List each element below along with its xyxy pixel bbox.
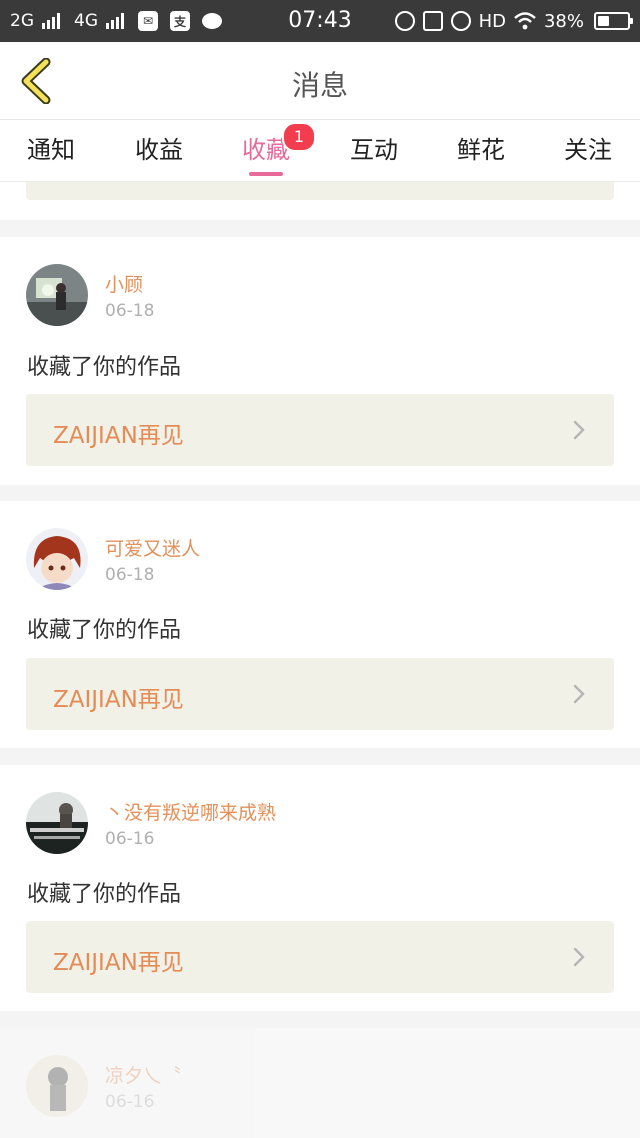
tab-favorites[interactable]: 收藏 1	[242, 122, 316, 176]
message-item: 凉夕乀〝 06-16	[0, 1028, 640, 1138]
message-item: 丶没有叛逆哪来成熟 06-16 收藏了你的作品 ZAIJIAN再见	[0, 765, 640, 1011]
chat-notification-icon	[202, 13, 222, 29]
status-left: 2G 4G ✉ 支	[10, 11, 222, 31]
chevron-right-icon	[573, 947, 585, 967]
signal-icon	[42, 13, 60, 29]
alarm-icon	[450, 11, 471, 31]
tab-notifications[interactable]: 通知	[27, 130, 75, 174]
battery-fill	[598, 16, 609, 26]
chevron-right-icon	[573, 420, 585, 440]
battery-percent: 38%	[543, 10, 584, 32]
message-list[interactable]: 小顾 06-18 收藏了你的作品 ZAIJIAN再见 可爱又迷人 06-18 收…	[0, 182, 640, 1138]
avatar[interactable]	[26, 1055, 88, 1117]
username[interactable]: 可爱又迷人	[105, 534, 200, 561]
mail-notification-icon: ✉	[138, 11, 158, 31]
work-card[interactable]: ZAIJIAN再见	[26, 921, 614, 993]
avatar[interactable]	[26, 528, 88, 590]
tab-label: 鲜花	[457, 136, 505, 164]
battery-icon	[594, 12, 633, 30]
message-text: 收藏了你的作品	[27, 882, 182, 907]
tab-flowers[interactable]: 鲜花	[457, 130, 505, 174]
username[interactable]: 小顾	[105, 270, 143, 297]
work-title: ZAIJIAN再见	[53, 687, 184, 713]
avatar[interactable]	[26, 264, 88, 326]
tab-label: 关注	[564, 136, 612, 164]
hd-label: HD	[478, 10, 506, 32]
page-title: 消息	[291, 69, 348, 102]
tab-label: 互动	[350, 136, 398, 164]
username[interactable]: 凉夕乀〝	[105, 1061, 181, 1088]
nfc-icon	[394, 11, 415, 31]
work-title: ZAIJIAN再见	[53, 423, 184, 449]
tab-label: 收益	[135, 136, 183, 164]
message-text: 收藏了你的作品	[27, 618, 182, 643]
app-header: 消息	[0, 42, 640, 120]
message-date: 06-16	[105, 829, 155, 849]
avatar-image	[26, 792, 88, 854]
tab-following[interactable]: 关注	[564, 130, 612, 174]
avatar[interactable]	[26, 792, 88, 854]
message-date: 06-18	[105, 565, 155, 585]
list-item-partial	[0, 182, 640, 220]
active-tab-indicator	[249, 172, 283, 176]
avatar-image	[26, 1055, 88, 1117]
tab-interactions[interactable]: 互动	[350, 130, 398, 174]
network-2g-label: 2G	[10, 11, 34, 31]
status-bar: 2G 4G ✉ 支 07:43 HD 38%	[0, 0, 640, 42]
tab-label: 通知	[27, 136, 75, 164]
message-text: 收藏了你的作品	[27, 355, 182, 380]
wifi-icon	[514, 12, 536, 30]
status-right: HD 38%	[394, 10, 633, 32]
avatar-image	[26, 528, 88, 590]
username[interactable]: 丶没有叛逆哪来成熟	[105, 798, 276, 825]
avatar-image	[26, 264, 88, 326]
work-card-partial[interactable]	[26, 182, 614, 200]
message-item: 可爱又迷人 06-18 收藏了你的作品 ZAIJIAN再见	[0, 501, 640, 748]
work-card[interactable]: ZAIJIAN再见	[26, 658, 614, 730]
work-card[interactable]: ZAIJIAN再见	[26, 394, 614, 466]
network-4g-label: 4G	[74, 11, 98, 31]
work-title: ZAIJIAN再见	[53, 950, 184, 976]
tab-earnings[interactable]: 收益	[135, 130, 183, 174]
message-date: 06-18	[105, 301, 155, 321]
unread-badge: 1	[282, 122, 316, 152]
message-item: 小顾 06-18 收藏了你的作品 ZAIJIAN再见	[0, 237, 640, 485]
mute-icon	[422, 11, 443, 31]
message-date: 06-16	[105, 1092, 155, 1112]
alipay-notification-icon: 支	[170, 11, 190, 31]
tab-bar: 通知 收益 收藏 1 互动 鲜花 关注	[0, 120, 640, 182]
chevron-right-icon	[573, 684, 585, 704]
signal-icon	[106, 13, 124, 29]
